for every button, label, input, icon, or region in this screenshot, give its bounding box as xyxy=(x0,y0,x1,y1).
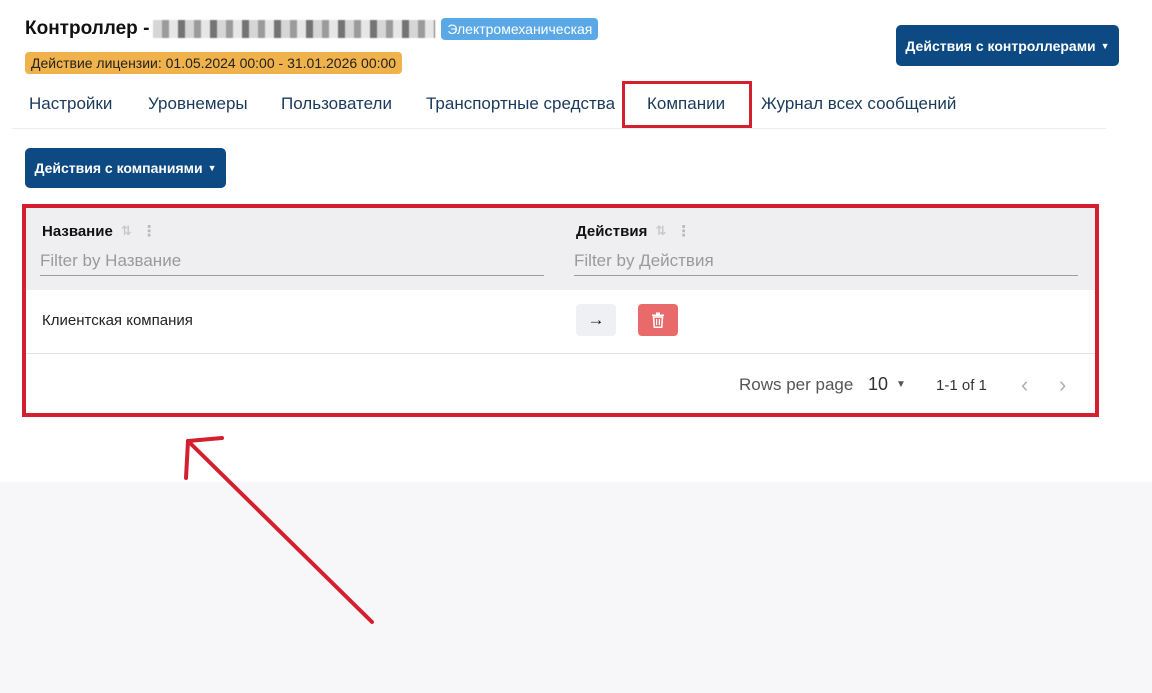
page-header: Контроллер - Электромеханическая xyxy=(25,14,599,44)
tab-users[interactable]: Пользователи xyxy=(281,84,392,124)
caret-down-icon: ▼ xyxy=(207,163,217,173)
tab-vehicles[interactable]: Транспортные средства xyxy=(426,84,615,124)
controller-actions-button[interactable]: Действия с контроллерами ▼ xyxy=(896,25,1119,66)
redacted-controller-id xyxy=(153,20,436,38)
annotation-grid-highlight xyxy=(22,204,1099,417)
caret-down-icon: ▼ xyxy=(1100,40,1110,51)
tab-level-gauges[interactable]: Уровнемеры xyxy=(148,84,248,124)
tab-settings[interactable]: Настройки xyxy=(29,84,112,124)
page-background xyxy=(0,482,1152,693)
company-actions-label: Действия с компаниями xyxy=(34,160,203,176)
controller-actions-label: Действия с контроллерами xyxy=(905,37,1096,54)
company-actions-button[interactable]: Действия с компаниями ▼ xyxy=(25,148,226,188)
license-badge: Действие лицензии: 01.05.2024 00:00 - 31… xyxy=(25,52,403,74)
annotation-tab-highlight xyxy=(622,81,752,128)
tab-bar: Настройки Уровнемеры Пользователи Трансп… xyxy=(12,84,1106,129)
page-title: Контроллер - xyxy=(25,18,150,39)
controller-type-badge: Электромеханическая xyxy=(441,18,599,40)
tab-message-log[interactable]: Журнал всех сообщений xyxy=(761,84,956,124)
